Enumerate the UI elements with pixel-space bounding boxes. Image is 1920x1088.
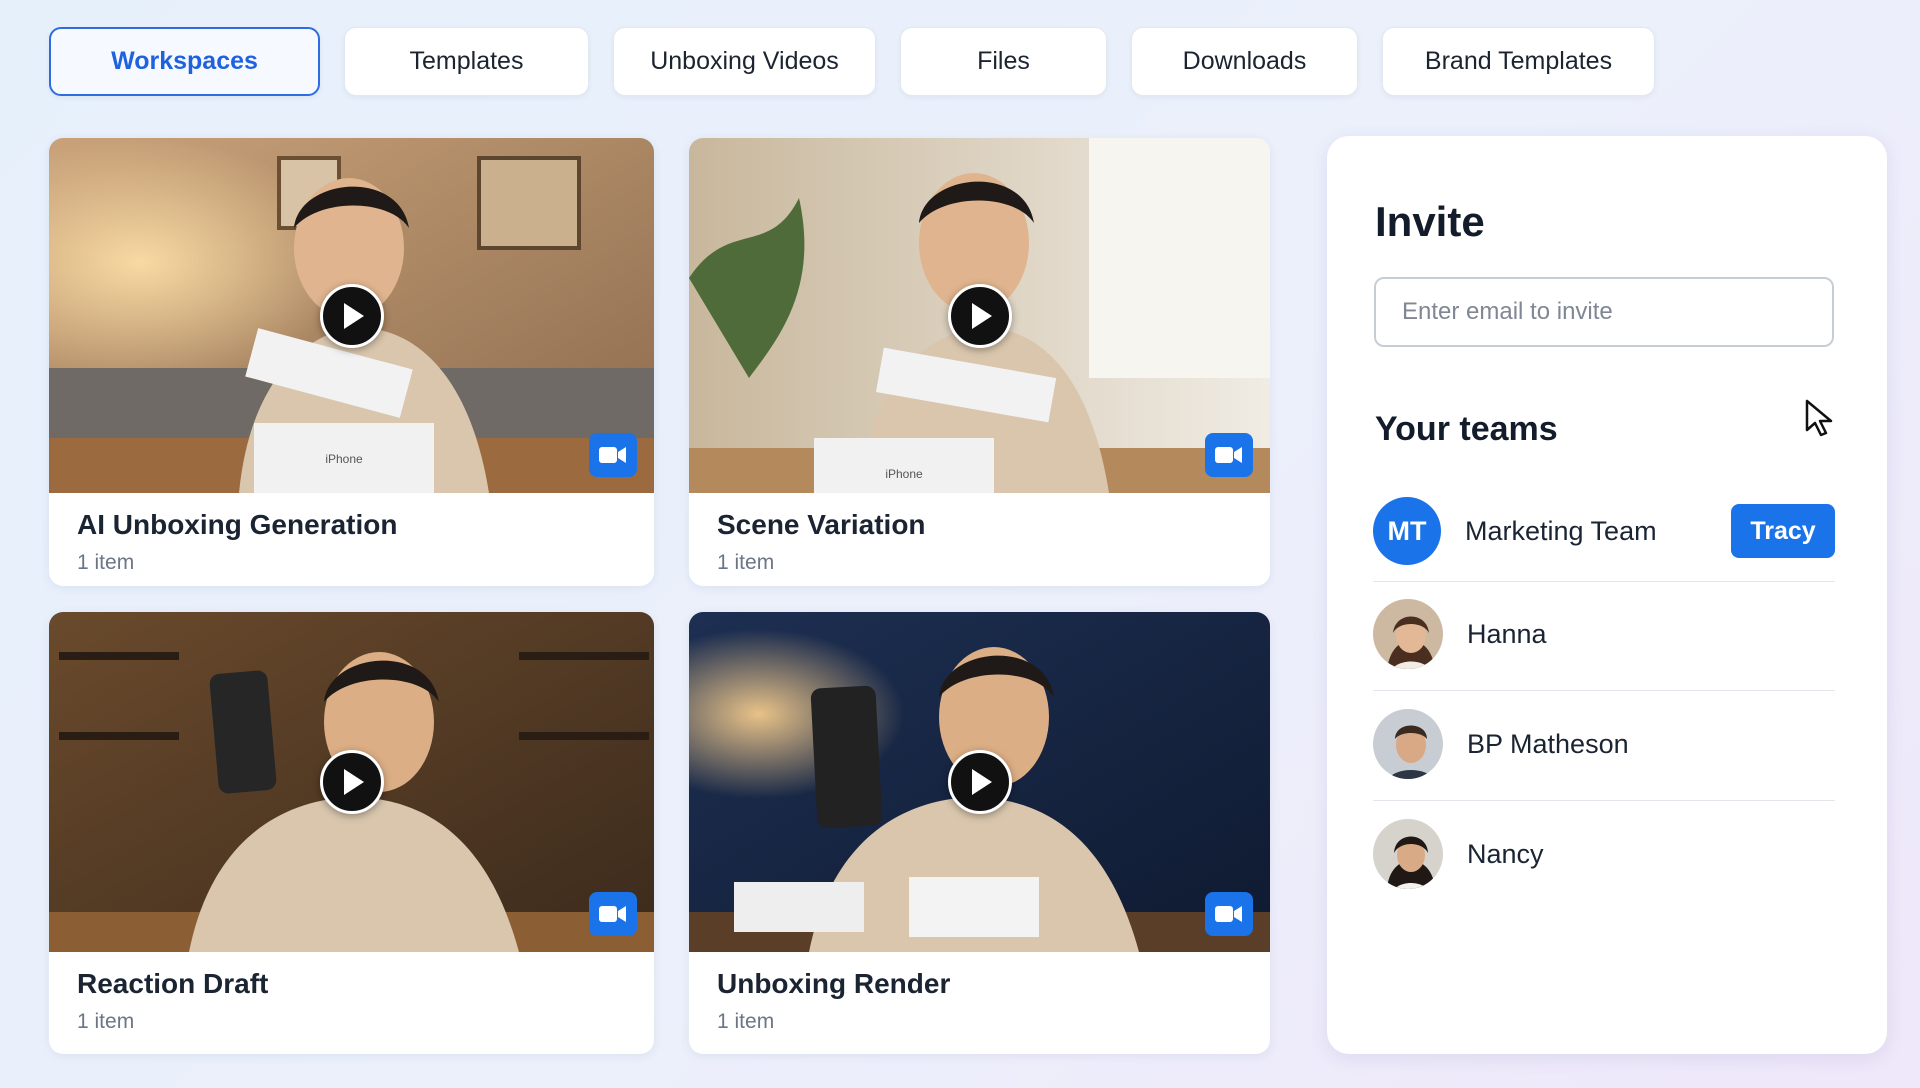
workspace-title: Unboxing Render xyxy=(717,968,951,999)
play-icon[interactable] xyxy=(947,283,1012,348)
member-row-bp-matheson[interactable]: BP Matheson xyxy=(1373,706,1835,782)
workspace-card[interactable]: iPhone AI Unboxing Generation 1 item xyxy=(49,138,654,586)
video-camera-icon xyxy=(1205,892,1253,936)
play-icon[interactable] xyxy=(319,750,384,814)
workspace-title: Scene Variation xyxy=(717,509,926,540)
invite-panel: Invite Your teams MT Marketing Team Trac… xyxy=(1327,136,1887,1054)
video-camera-icon xyxy=(589,433,637,477)
box-label: iPhone xyxy=(325,452,363,466)
avatar xyxy=(1373,599,1443,669)
member-name: BP Matheson xyxy=(1467,728,1629,759)
play-icon[interactable] xyxy=(947,750,1012,814)
divider xyxy=(1373,581,1835,582)
avatar xyxy=(1373,709,1443,779)
workspace-item-count: 1 item xyxy=(77,551,135,574)
workspace-card[interactable]: Reaction Draft 1 item xyxy=(49,612,654,1054)
video-thumbnail[interactable]: iPhone xyxy=(689,138,1270,493)
team-name: Marketing Team xyxy=(1465,515,1657,546)
cursor-icon xyxy=(1805,399,1833,437)
workspace-item-count: 1 item xyxy=(717,551,775,574)
invite-title: Invite xyxy=(1375,198,1485,245)
box-label: iPhone xyxy=(885,467,923,481)
member-row-nancy[interactable]: Nancy xyxy=(1373,816,1835,892)
video-camera-icon xyxy=(1205,433,1253,477)
workspace-title: Reaction Draft xyxy=(77,968,269,999)
workspace-item-count: 1 item xyxy=(77,1010,135,1033)
workspace-title: AI Unboxing Generation xyxy=(77,509,398,540)
divider xyxy=(1373,690,1835,691)
invite-email-input[interactable] xyxy=(1374,277,1834,347)
tab-workspaces[interactable]: Workspaces xyxy=(49,27,320,96)
tab-downloads[interactable]: Downloads xyxy=(1131,27,1358,96)
video-camera-icon xyxy=(589,892,637,936)
tab-brand-templates[interactable]: Brand Templates xyxy=(1382,27,1655,96)
member-name: Hanna xyxy=(1467,618,1547,649)
tab-unboxing-videos[interactable]: Unboxing Videos xyxy=(613,27,876,96)
workspace-tabs: Workspaces Templates Unboxing Videos Fil… xyxy=(49,27,1655,96)
workspace-item-count: 1 item xyxy=(717,1010,775,1033)
teams-title: Your teams xyxy=(1375,410,1558,448)
member-row-hanna[interactable]: Hanna xyxy=(1373,596,1835,672)
tab-files[interactable]: Files xyxy=(900,27,1107,96)
divider xyxy=(1373,800,1835,801)
video-thumbnail[interactable]: iPhone xyxy=(49,138,654,493)
team-row-marketing[interactable]: MT Marketing Team Tracy xyxy=(1373,496,1835,566)
play-icon[interactable] xyxy=(319,283,384,348)
tab-templates[interactable]: Templates xyxy=(344,27,589,96)
video-thumbnail[interactable] xyxy=(49,612,654,952)
avatar xyxy=(1373,819,1443,889)
member-name: Nancy xyxy=(1467,838,1544,869)
video-thumbnail[interactable] xyxy=(689,612,1270,952)
workspace-card[interactable]: iPhone Scene Variation 1 item xyxy=(689,138,1270,586)
team-avatar: MT xyxy=(1373,497,1441,565)
tracy-button[interactable]: Tracy xyxy=(1731,504,1835,558)
workspace-card[interactable]: Unboxing Render 1 item xyxy=(689,612,1270,1054)
